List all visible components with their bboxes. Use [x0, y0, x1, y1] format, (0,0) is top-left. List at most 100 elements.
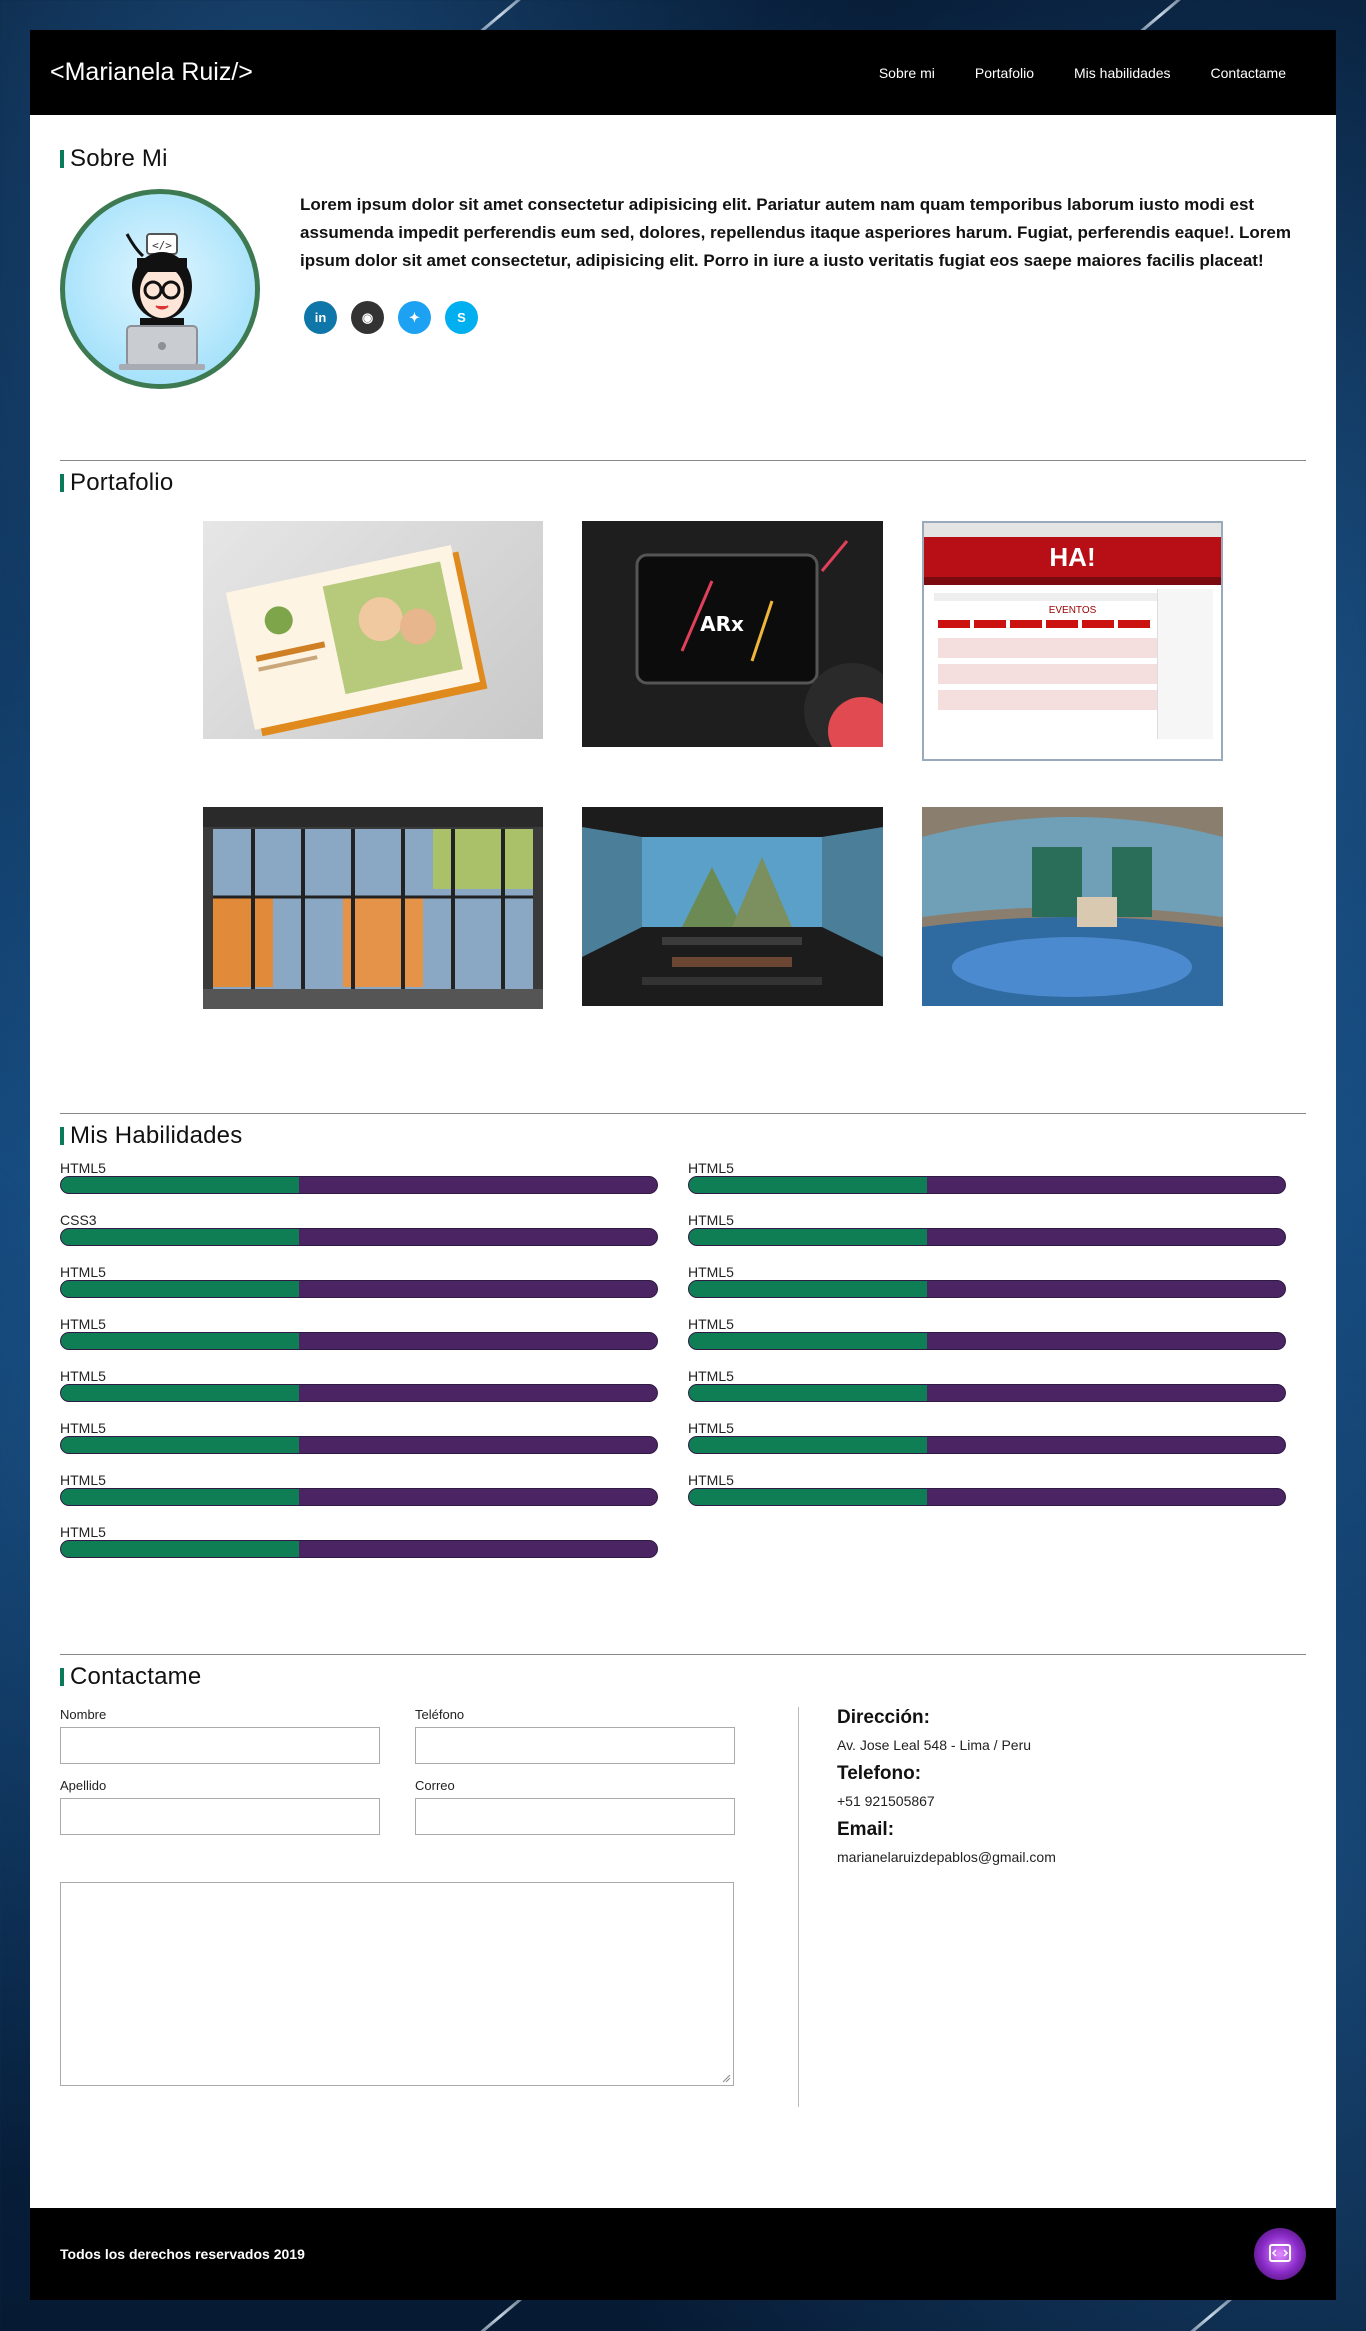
telefono-label: Teléfono [415, 1707, 465, 1722]
title-accent-bar [60, 474, 64, 492]
correo-label: Correo [415, 1778, 455, 1793]
contact-form: Nombre Teléfono Apellido Correo [60, 1707, 768, 2107]
skill-label: HTML5 [688, 1316, 734, 1332]
contact-info: Dirección: Av. Jose Leal 548 - Lima / Pe… [837, 1707, 1056, 2107]
nombre-label: Nombre [60, 1707, 107, 1722]
title-accent-bar [60, 150, 64, 168]
portfolio-item-tablet[interactable]: ARx [582, 521, 883, 747]
skill-label: HTML5 [60, 1316, 106, 1332]
skill-progress-fill [689, 1281, 928, 1297]
nav-link-sobre-mi[interactable]: Sobre mi [879, 65, 935, 81]
skill-progress-fill [61, 1541, 300, 1557]
telefono-field[interactable] [415, 1727, 735, 1764]
site-header: <Marianela Ruiz/> Sobre mi Portafolio Mi… [30, 30, 1336, 115]
skill-progress-fill [689, 1177, 928, 1193]
linkedin-icon[interactable]: in [304, 301, 337, 334]
skill-label: HTML5 [60, 1524, 106, 1540]
skill-label: HTML5 [60, 1472, 106, 1488]
apellido-label: Apellido [60, 1778, 107, 1793]
resize-handle-icon[interactable] [721, 2073, 731, 2083]
phone-value: +51 921505867 [837, 1793, 935, 1809]
skill-progress-bar [688, 1228, 1286, 1246]
main-nav: Sobre mi Portafolio Mis habilidades Cont… [879, 65, 1286, 81]
nombre-field[interactable] [60, 1727, 380, 1764]
skill-progress-bar [688, 1436, 1286, 1454]
skill-progress-bar [688, 1332, 1286, 1350]
about-section: Sobre Mi </> Lorem ipsum dolor sit amet … [30, 115, 1336, 460]
skill-progress-bar [688, 1384, 1286, 1402]
address-label: Dirección: [837, 1707, 930, 1728]
apellido-field[interactable] [60, 1798, 380, 1835]
contact-title: Contactame [60, 1663, 1306, 1691]
footer-logo-icon[interactable] [1254, 2228, 1306, 2280]
skill-progress-fill [61, 1333, 300, 1349]
portfolio-item-curved-room[interactable] [922, 807, 1223, 1006]
skill-progress-bar [60, 1176, 658, 1194]
skill-item: HTML5 [688, 1368, 1286, 1420]
skills-section: Mis Habilidades HTML5 CSS3 HTML5 HTML5 HTML5… [30, 1114, 1336, 1654]
github-icon[interactable]: ◉ [351, 301, 384, 334]
skill-item: HTML5 [60, 1368, 658, 1420]
portfolio-item-website[interactable]: HA! EVENTOS [922, 521, 1223, 761]
nav-link-habilidades[interactable]: Mis habilidades [1074, 65, 1171, 81]
copyright-text: Todos los derechos reservados 2019 [60, 2246, 305, 2262]
skill-progress-bar [60, 1280, 658, 1298]
twitter-icon[interactable]: ✦ [398, 301, 431, 334]
skill-label: HTML5 [688, 1160, 734, 1176]
skill-progress-bar [60, 1540, 658, 1558]
nav-link-contactame[interactable]: Contactame [1211, 65, 1286, 81]
skype-icon[interactable]: S [445, 301, 478, 334]
skill-item: HTML5 [688, 1316, 1286, 1368]
portfolio-item-brochure[interactable] [203, 521, 543, 739]
skill-progress-bar [688, 1176, 1286, 1194]
correo-field[interactable] [415, 1798, 735, 1835]
skill-progress-bar [688, 1488, 1286, 1506]
skill-item: HTML5 [688, 1472, 1286, 1524]
portfolio-grid: ARx HA! EVENTOS [60, 517, 1306, 1077]
skills-column-left: HTML5 CSS3 HTML5 HTML5 HTML5 HTML5 HTML5 HTML5 [60, 1160, 658, 1576]
brochure-image [225, 544, 488, 737]
portfolio-section: Portafolio ARx HA! EVENTOS [30, 461, 1336, 1113]
site-logo[interactable]: <Marianela Ruiz/> [50, 58, 253, 87]
site-footer: Todos los derechos reservados 2019 [30, 2208, 1336, 2300]
skill-label: HTML5 [60, 1420, 106, 1436]
skill-progress-fill [689, 1229, 928, 1245]
svg-text:</>: </> [152, 239, 172, 252]
email-value[interactable]: marianelaruizdepablos@gmail.com [837, 1849, 1056, 1865]
skill-item: CSS3 [60, 1212, 658, 1264]
skill-progress-fill [689, 1385, 928, 1401]
svg-text:ARx: ARx [700, 612, 744, 636]
about-title: Sobre Mi [60, 145, 1306, 173]
skill-progress-fill [61, 1385, 300, 1401]
skill-label: HTML5 [688, 1420, 734, 1436]
portfolio-item-panorama-room[interactable] [582, 807, 883, 1006]
skills-column-right: HTML5 HTML5 HTML5 HTML5 HTML5 HTML5 HTML5 [688, 1160, 1286, 1576]
skill-progress-bar [60, 1332, 658, 1350]
curved-room-image [922, 817, 1223, 1006]
phone-label: Telefono: [837, 1763, 922, 1784]
social-links: in ◉ ✦ S [304, 301, 1300, 334]
code-logo-icon [1269, 2244, 1291, 2262]
skill-progress-fill [61, 1229, 300, 1245]
skill-label: HTML5 [688, 1472, 734, 1488]
skill-label: HTML5 [60, 1264, 106, 1280]
email-label: Email: [837, 1819, 895, 1840]
message-textarea[interactable] [60, 1882, 734, 2086]
skill-label: CSS3 [60, 1212, 97, 1228]
contact-divider [798, 1707, 799, 2107]
skill-label: HTML5 [688, 1212, 734, 1228]
skill-item: HTML5 [60, 1316, 658, 1368]
skill-progress-fill [61, 1437, 300, 1453]
skill-progress-bar [688, 1280, 1286, 1298]
skill-item: HTML5 [60, 1524, 658, 1576]
portfolio-item-store[interactable] [203, 807, 543, 1009]
skill-label: HTML5 [60, 1160, 106, 1176]
skill-progress-fill [689, 1489, 928, 1505]
developer-avatar-illustration: </> [119, 233, 205, 370]
skill-label: HTML5 [688, 1368, 734, 1384]
nav-link-portafolio[interactable]: Portafolio [975, 65, 1034, 81]
skill-progress-bar [60, 1384, 658, 1402]
skills-title: Mis Habilidades [60, 1122, 1306, 1150]
skill-progress-fill [689, 1437, 928, 1453]
title-accent-bar [60, 1668, 64, 1686]
